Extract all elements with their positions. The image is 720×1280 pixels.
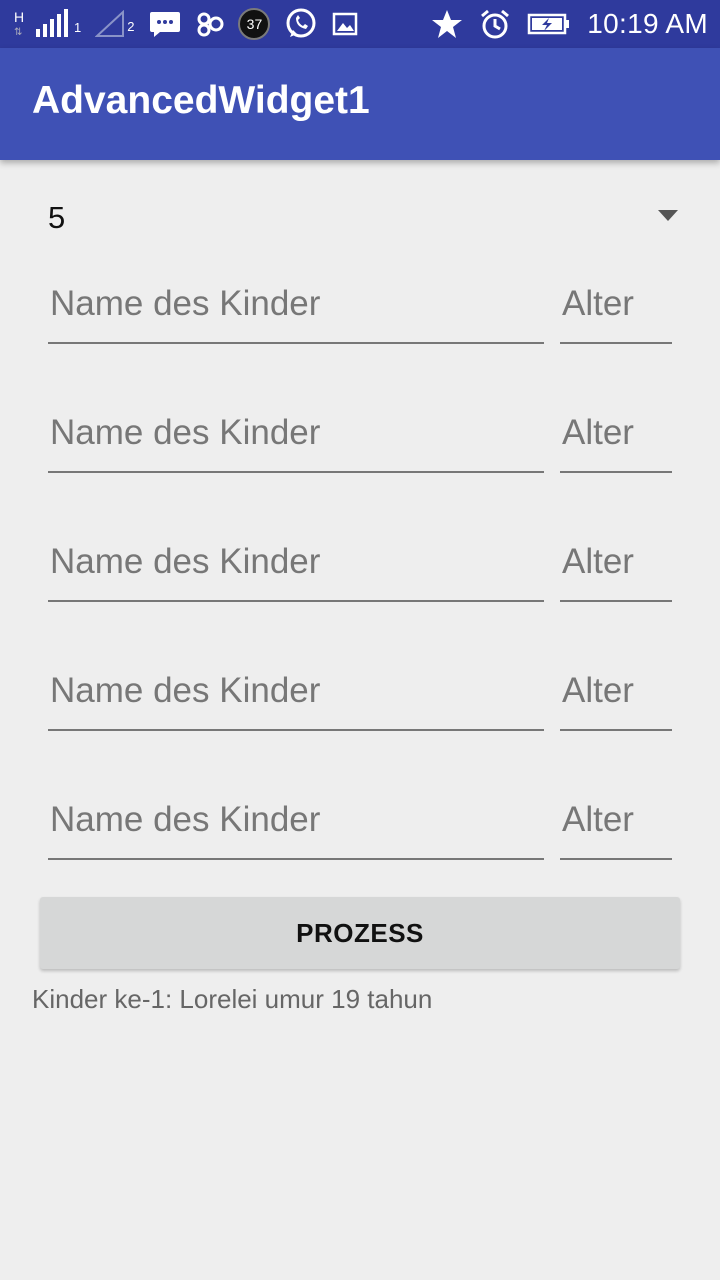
- app-bar: AdvancedWidget1: [0, 48, 720, 160]
- message-icon: [148, 10, 182, 38]
- badge-count: 37: [246, 16, 263, 32]
- status-clock: 10:19 AM: [587, 8, 708, 39]
- notification-37-icon: 37: [238, 8, 271, 40]
- alarm-icon: [479, 8, 511, 40]
- child-name-input[interactable]: Name des Kinder: [48, 266, 544, 344]
- child-age-input[interactable]: Alter: [560, 782, 672, 860]
- sim2-label: 2: [127, 19, 135, 34]
- signal-icon: H ⇅ 1: [14, 9, 81, 39]
- child-age-placeholder: Alter: [562, 542, 634, 581]
- infinity-icon: [196, 11, 224, 37]
- child-name-placeholder: Name des Kinder: [50, 542, 321, 581]
- child-age-input[interactable]: Alter: [560, 524, 672, 602]
- spinner-selected-value: 5: [48, 200, 66, 235]
- whatsapp-icon: [284, 7, 318, 41]
- battery-charging-icon: [527, 12, 571, 36]
- dropdown-arrow-icon: [658, 210, 678, 221]
- child-name-input[interactable]: Name des Kinder: [48, 524, 544, 602]
- child-age-input[interactable]: Alter: [560, 266, 672, 344]
- child-age-placeholder: Alter: [562, 413, 634, 452]
- child-age-input[interactable]: Alter: [560, 395, 672, 473]
- child-name-placeholder: Name des Kinder: [50, 800, 321, 839]
- svg-text:⇅: ⇅: [14, 27, 22, 38]
- child-age-placeholder: Alter: [562, 800, 634, 839]
- status-bar: H ⇅ 1 2 37 10:19 AM: [0, 0, 720, 48]
- child-age-placeholder: Alter: [562, 284, 634, 323]
- process-button-label: PROZESS: [296, 917, 424, 948]
- star-icon: [431, 8, 463, 40]
- image-icon: [332, 11, 358, 37]
- app-title: AdvancedWidget1: [32, 79, 370, 122]
- child-age-placeholder: Alter: [562, 671, 634, 710]
- child-name-placeholder: Name des Kinder: [50, 671, 321, 710]
- signal-empty-icon: 2: [95, 10, 134, 38]
- result-text: Kinder ke-1: Lorelei umur 19 tahun: [32, 984, 433, 1014]
- child-row-1: Name des Kinder Alter: [48, 266, 672, 346]
- child-name-input[interactable]: Name des Kinder: [48, 782, 544, 860]
- count-spinner[interactable]: 5: [48, 188, 684, 248]
- process-button[interactable]: PROZESS: [40, 897, 680, 969]
- child-age-input[interactable]: Alter: [560, 653, 672, 731]
- child-name-input[interactable]: Name des Kinder: [48, 653, 544, 731]
- child-row-4: Name des Kinder Alter: [48, 653, 672, 733]
- child-name-input[interactable]: Name des Kinder: [48, 395, 544, 473]
- sim1-label: 1: [74, 20, 82, 35]
- child-name-placeholder: Name des Kinder: [50, 413, 321, 452]
- child-row-3: Name des Kinder Alter: [48, 524, 672, 604]
- child-row-2: Name des Kinder Alter: [48, 395, 672, 475]
- child-name-placeholder: Name des Kinder: [50, 284, 321, 323]
- network-type-label: H: [14, 9, 24, 25]
- child-row-5: Name des Kinder Alter: [48, 782, 672, 862]
